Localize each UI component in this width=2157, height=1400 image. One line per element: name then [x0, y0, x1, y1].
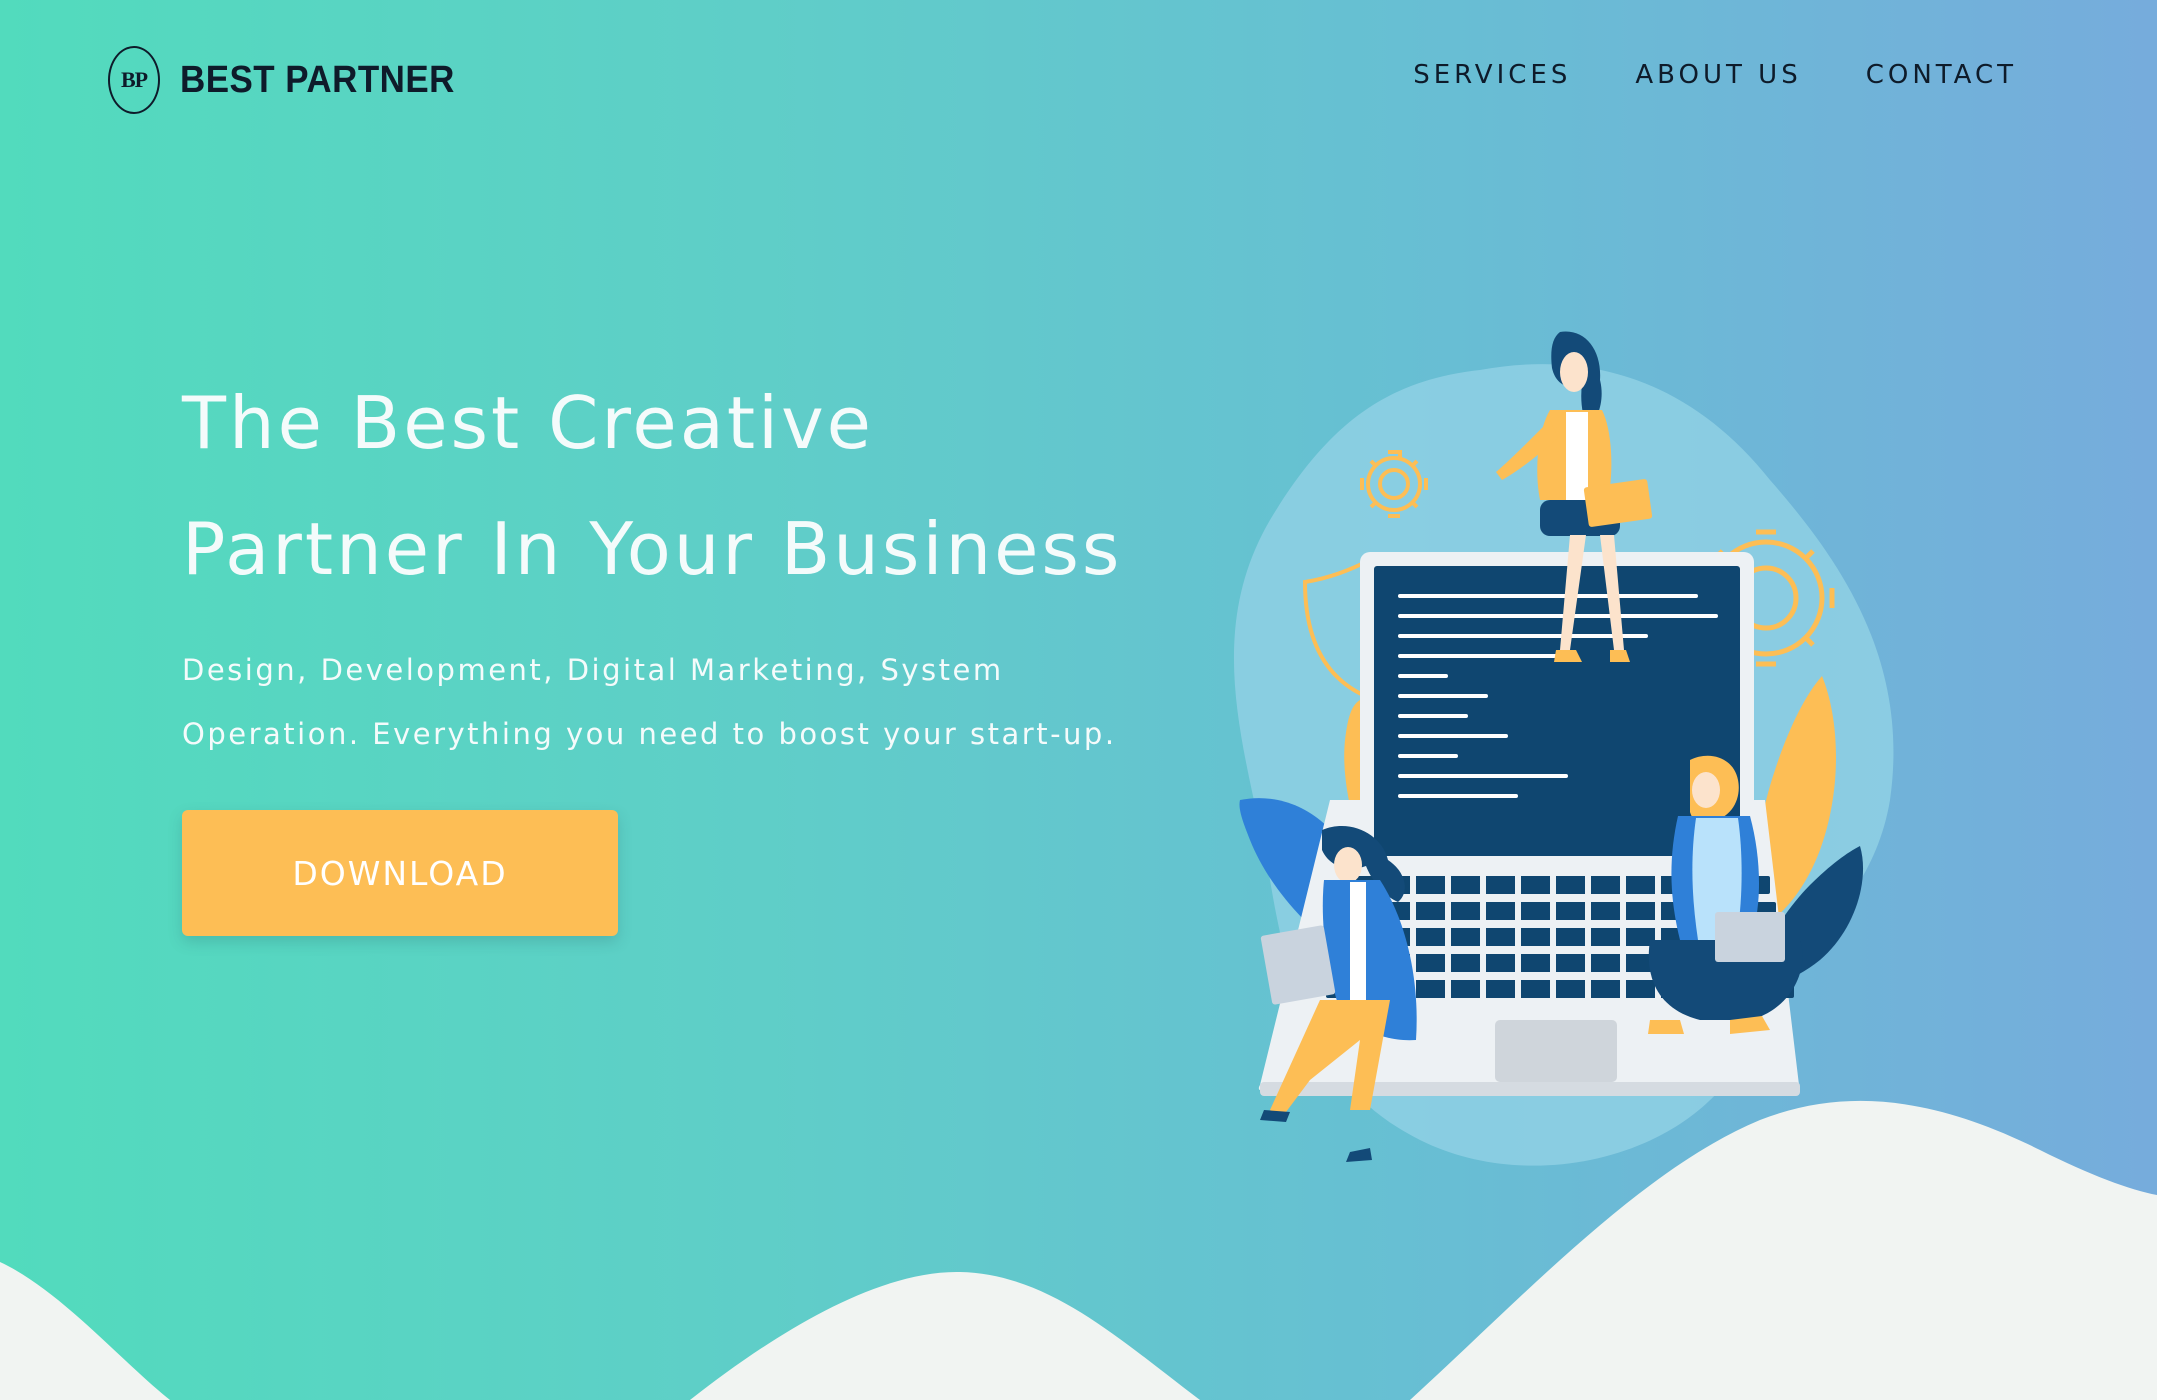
hero-subtitle-line-2: Operation. Everything you need to boost … [182, 717, 1117, 751]
nav-contact-link[interactable]: CONTACT [1866, 60, 2017, 90]
hero-title-line-2: Partner In Your Business [182, 507, 1123, 591]
laptop-trackpad [1495, 1020, 1617, 1082]
hero-title-line-1: The Best Creative [182, 381, 874, 465]
hero-subtitle: Design, Development, Digital Marketing, … [182, 638, 1182, 766]
download-button[interactable]: DOWNLOAD [182, 810, 618, 936]
laptop-screen [1374, 566, 1740, 856]
nav-services-link[interactable]: SERVICES [1413, 60, 1571, 90]
hero-illustration [1233, 331, 1894, 1166]
hero-section: The Best Creative Partner In Your Busine… [182, 360, 1182, 936]
hero-subtitle-line-1: Design, Development, Digital Marketing, … [182, 653, 1004, 687]
logo-link[interactable]: BP BEST PARTNER [108, 44, 479, 116]
logo-text: BEST PARTNER [180, 58, 455, 101]
logo-badge: BP [108, 46, 160, 114]
hill-left [0, 1262, 170, 1400]
hero-title: The Best Creative Partner In Your Busine… [182, 360, 1182, 612]
hill-center [690, 1271, 1200, 1400]
main-nav: SERVICES ABOUT US CONTACT [1413, 60, 2017, 90]
laptop-base-edge [1260, 1082, 1800, 1096]
landing-page: BP BEST PARTNER SERVICES ABOUT US CONTAC… [0, 0, 2157, 1400]
nav-about-us-link[interactable]: ABOUT US [1635, 60, 1801, 90]
